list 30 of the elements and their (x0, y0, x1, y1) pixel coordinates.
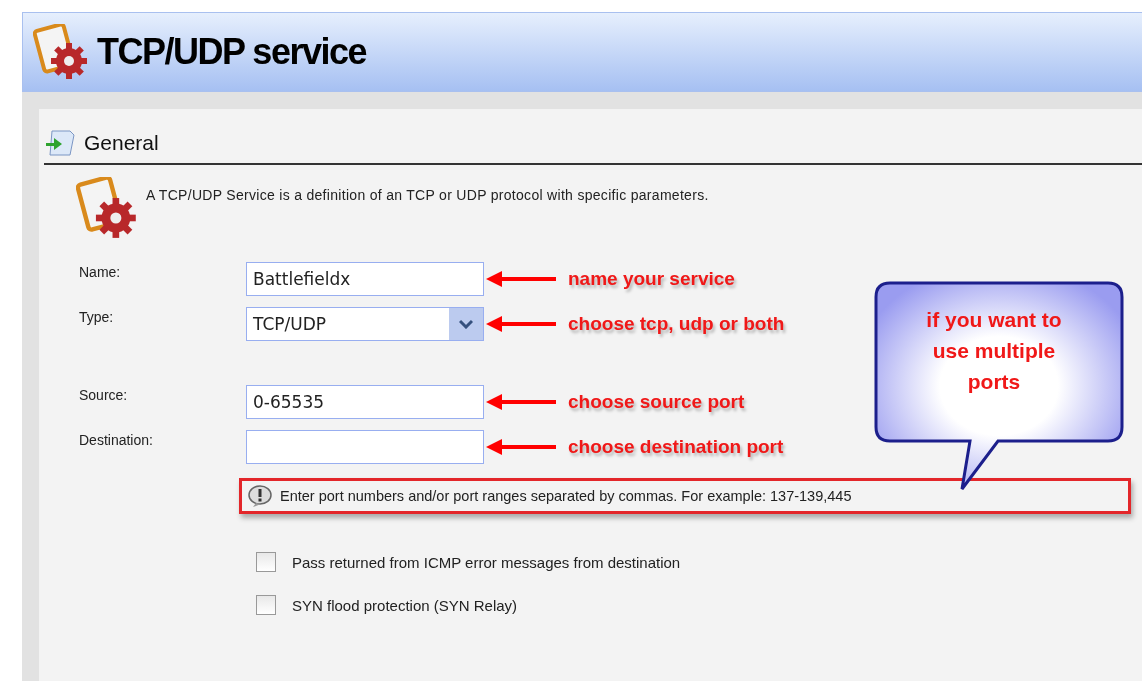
annotation: choose tcp, udp or both (568, 313, 785, 335)
arrow (486, 439, 556, 455)
annotation: name your service (568, 268, 735, 290)
service-icon (33, 24, 89, 80)
info-icon (248, 485, 274, 507)
checkbox-label: SYN flood protection (SYN Relay) (292, 596, 518, 614)
checkbox[interactable] (256, 595, 276, 615)
field-label: Destination: (79, 431, 154, 448)
window-title: TCP/UDP service (97, 31, 366, 73)
hint-text: Enter port numbers and/or port ranges separated by commas. For example: 137-139,445 (280, 488, 852, 504)
field-label: Type: (79, 308, 115, 325)
arrow (486, 316, 556, 332)
type-dropdown[interactable]: TCP/UDP (246, 307, 484, 341)
service-icon (76, 177, 138, 239)
section-title: General (84, 131, 159, 155)
checkbox[interactable] (256, 552, 276, 572)
field-label: Source: (79, 386, 129, 403)
chevron-down-icon (459, 319, 473, 329)
arrow (486, 271, 556, 287)
checkbox-label: Pass returned from ICMP error messages from destination (292, 553, 681, 571)
annotation: choose destination port (568, 436, 784, 458)
description: A TCP/UDP Service is a definition of an TCP or UDP protocol with specific parameters. (146, 186, 709, 205)
input-field[interactable]: 0-65535 (246, 385, 484, 419)
document-arrow-icon (44, 129, 76, 157)
annotation: choose source port (568, 391, 745, 413)
input-field[interactable]: Battlefieldx (246, 262, 484, 296)
field-label: Name: (79, 263, 122, 280)
input-field[interactable] (246, 430, 484, 464)
arrow (486, 394, 556, 410)
callout-text: if you want to use multiple ports (925, 307, 1063, 395)
